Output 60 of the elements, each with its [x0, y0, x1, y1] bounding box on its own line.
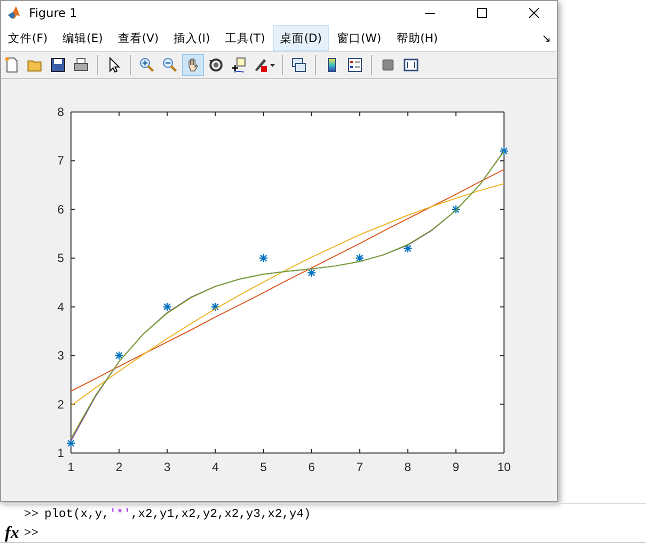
menu-item[interactable]: 工具(T) [218, 25, 272, 52]
command-text: plot(x,y, [44, 506, 110, 520]
x-tick-label: 4 [212, 460, 219, 474]
y-tick-label: 6 [57, 202, 64, 216]
window-icon [403, 57, 419, 74]
asterisk-marker [355, 254, 364, 263]
y-tick-label: 3 [57, 348, 64, 363]
link-icon [291, 57, 307, 74]
menu-item[interactable]: 文件(F) [1, 25, 55, 52]
dock-button[interactable]: ↘ [536, 25, 557, 52]
x-tick-label: 1 [68, 460, 74, 474]
close-icon [529, 8, 539, 18]
y-tick-label: 8 [57, 105, 64, 119]
y-tick-label: 7 [57, 154, 64, 168]
y-tick-label: 5 [57, 251, 64, 266]
window-title: Figure 1 [29, 6, 78, 20]
square-icon [380, 57, 396, 74]
x-tick-label: 6 [308, 460, 315, 474]
y-tick-label: 1 [57, 446, 64, 460]
menu-item[interactable]: 编辑(E) [56, 25, 110, 52]
maximize-icon [477, 8, 487, 18]
asterisk-marker [306, 268, 316, 278]
asterisk-marker [162, 302, 172, 312]
data-cursor-icon [231, 57, 247, 74]
menu-item[interactable]: 帮助(H) [389, 25, 445, 52]
x-tick-label: 7 [356, 460, 363, 474]
menu-item[interactable]: 窗口(W) [330, 25, 388, 52]
legend-icon [347, 57, 363, 74]
new-file-icon [4, 57, 20, 74]
command-text: ,x2,y1,x2,y2,x2,y3,x2,y4) [130, 506, 311, 520]
menu-item[interactable]: 插入(I) [166, 25, 218, 52]
asterisk-marker [403, 244, 412, 253]
x-tick-label: 9 [452, 460, 460, 474]
y-tick-label: 4 [57, 300, 64, 314]
printer-icon [73, 57, 89, 74]
rotate-icon [208, 57, 224, 74]
save-icon [50, 57, 66, 74]
command-prompt: >> [24, 526, 38, 540]
x-tick-label: 5 [260, 460, 267, 474]
command-prompt: >> [24, 506, 38, 520]
x-tick-label: 8 [404, 460, 412, 474]
x-tick-label: 2 [116, 460, 122, 474]
string-literal: '*' [109, 506, 131, 520]
asterisk-marker [114, 350, 124, 360]
asterisk-marker [210, 302, 220, 312]
asterisk-marker [258, 254, 268, 263]
asterisk-marker [451, 204, 460, 214]
brush-icon [252, 57, 276, 74]
menu-item[interactable]: 查看(V) [110, 25, 166, 52]
app-logo-icon [7, 5, 23, 21]
zoom-in-icon [139, 57, 155, 74]
x-tick-label: 10 [497, 460, 511, 474]
x-tick-label: 3 [164, 460, 171, 474]
y-tick-label: 2 [57, 397, 64, 412]
asterisk-marker [66, 438, 76, 448]
function-browser-button[interactable]: fx [4, 522, 20, 542]
pan-button[interactable] [182, 54, 204, 76]
menu-item[interactable]: 桌面(D) [273, 25, 329, 52]
zoom-out-icon [162, 57, 178, 74]
asterisk-marker [499, 146, 509, 156]
